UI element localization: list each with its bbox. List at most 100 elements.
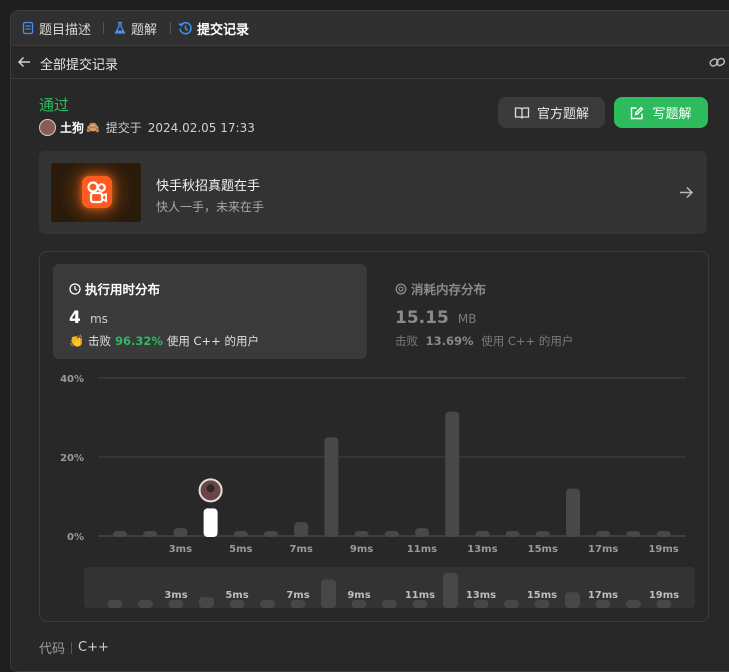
x-tick-label: 17ms: [588, 544, 618, 555]
x-tick-label: 13ms: [467, 544, 497, 555]
bar: [505, 531, 520, 537]
x-tick-label: 9ms: [350, 544, 373, 555]
runtime-tab[interactable]: 执行用时分布 4 ms 👏 击败 96.32% 使用 C++ 的用户: [53, 264, 367, 359]
overview-bar: [199, 597, 214, 608]
edit-icon: [631, 106, 644, 119]
bar: [143, 531, 158, 537]
runtime-percent: 96.32%: [114, 334, 163, 348]
overview-bar: [504, 600, 519, 608]
bar: [324, 437, 339, 537]
overview-bar: [260, 600, 275, 608]
bar: [415, 528, 429, 537]
tab-submissions[interactable]: 提交记录: [178, 11, 249, 45]
document-icon: [22, 21, 34, 35]
write-solution-label: 写题解: [652, 107, 692, 122]
overview-bar: [229, 600, 245, 608]
memory-tab[interactable]: 消耗内存分布 15.15 MB 击败 13.69% 使用 C++ 的用户: [381, 264, 695, 359]
y-tick-label: 0%: [67, 532, 84, 543]
overview-bar: [473, 600, 489, 608]
bar: [626, 531, 641, 537]
tab-bar: 题目描述 题解 提交记录: [11, 11, 729, 46]
bar: [233, 531, 248, 537]
overview-chart[interactable]: 3ms 5ms 7ms 9ms 11ms 13ms 15ms 17ms 19ms: [84, 567, 695, 608]
runtime-beats-label: 击败: [87, 334, 111, 348]
tab-submissions-label: 提交记录: [197, 22, 250, 38]
chip-icon: [395, 283, 407, 294]
tab-divider: [170, 22, 171, 34]
code-header: 代码 C++: [39, 638, 109, 657]
tab-description[interactable]: 题目描述: [21, 11, 91, 45]
overview-tick-label: 19ms: [649, 590, 679, 601]
status-accepted: 通过: [39, 96, 70, 114]
overview-bar: [656, 600, 672, 608]
x-tick-label: 19ms: [648, 544, 678, 555]
bar: [264, 531, 278, 537]
overview-bar: [534, 600, 550, 608]
link-icon[interactable]: [709, 55, 726, 70]
promo-card[interactable]: 快手秋招真题在手 快人一手，未来在手: [39, 151, 707, 234]
bar: [445, 411, 460, 537]
bar: [173, 528, 188, 537]
sub-header: 全部提交记录: [11, 46, 729, 79]
all-submissions-link[interactable]: 全部提交记录: [40, 54, 118, 73]
bar: [113, 531, 127, 537]
flask-icon: [114, 21, 126, 34]
username[interactable]: 土狗: [60, 119, 84, 136]
code-label: 代码: [39, 642, 66, 657]
clock-icon: [69, 282, 81, 295]
memory-tab-label: 消耗内存分布: [411, 282, 487, 297]
book-icon: [514, 106, 530, 119]
overview-tick-label: 9ms: [347, 590, 370, 601]
overview-bar: [382, 600, 397, 608]
bar-highlight: [203, 508, 218, 537]
clap-icon: 👏: [69, 334, 84, 348]
x-tick-label: 5ms: [229, 544, 252, 555]
official-solution-label: 官方题解: [536, 107, 589, 122]
avatar-face: [206, 484, 215, 493]
runtime-value: 4: [69, 308, 81, 328]
bar: [384, 531, 399, 537]
runtime-unit: ms: [89, 312, 108, 326]
user-badge-icon: 🙈: [86, 121, 100, 134]
avatar[interactable]: [39, 119, 56, 136]
back-arrow-icon[interactable]: [17, 56, 31, 68]
submission-panel: 题目描述 题解 提交记录 全部提交记录 通过 土狗 🙈 提交于 2024.02.…: [10, 10, 729, 672]
bar: [354, 531, 369, 537]
write-solution-button[interactable]: 写题解: [614, 97, 708, 128]
promo-image: [51, 163, 141, 222]
overview-bar: [412, 600, 428, 608]
history-icon: [178, 21, 192, 34]
tab-divider: [103, 22, 104, 34]
x-tick-label: 15ms: [528, 544, 558, 555]
runtime-distribution-chart[interactable]: 0% 20% 40% 3ms 5ms 7ms 9ms 11ms 13ms 15ms 17ms 19ms: [40, 370, 708, 560]
tab-solutions[interactable]: 题解: [113, 11, 157, 45]
memory-beats-label: 击败: [395, 334, 418, 348]
official-solution-button[interactable]: 官方题解: [498, 97, 605, 128]
overview-bar: [443, 573, 458, 608]
bar: [535, 531, 550, 537]
bar: [475, 531, 490, 537]
tab-description-label: 题目描述: [39, 22, 92, 38]
overview-bar: [565, 592, 580, 608]
x-tick-label: 3ms: [169, 544, 192, 555]
promo-subtitle: 快人一手，未来在手: [156, 200, 265, 214]
bar: [596, 531, 611, 537]
overview-tick-label: 11ms: [405, 590, 435, 601]
memory-value: 15.15: [395, 308, 449, 328]
promo-title: 快手秋招真题在手: [156, 179, 261, 194]
overview-bar: [321, 579, 336, 608]
distribution-panel: 执行用时分布 4 ms 👏 击败 96.32% 使用 C++ 的用户 消耗内存分…: [39, 251, 709, 622]
overview-bar: [138, 600, 153, 608]
overview-tick-label: 13ms: [466, 590, 496, 601]
runtime-suffix: 使用 C++ 的用户: [166, 334, 259, 348]
overview-bar: [595, 600, 611, 608]
memory-unit: MB: [457, 312, 477, 326]
bar: [656, 531, 671, 537]
overview-tick-label: 15ms: [527, 590, 557, 601]
overview-tick-label: 17ms: [588, 590, 618, 601]
y-tick-label: 20%: [60, 453, 84, 464]
overview-tick-label: 3ms: [164, 590, 187, 601]
overview-bar: [290, 600, 306, 608]
arrow-right-icon[interactable]: [679, 186, 694, 199]
memory-percent: 13.69%: [425, 334, 474, 348]
